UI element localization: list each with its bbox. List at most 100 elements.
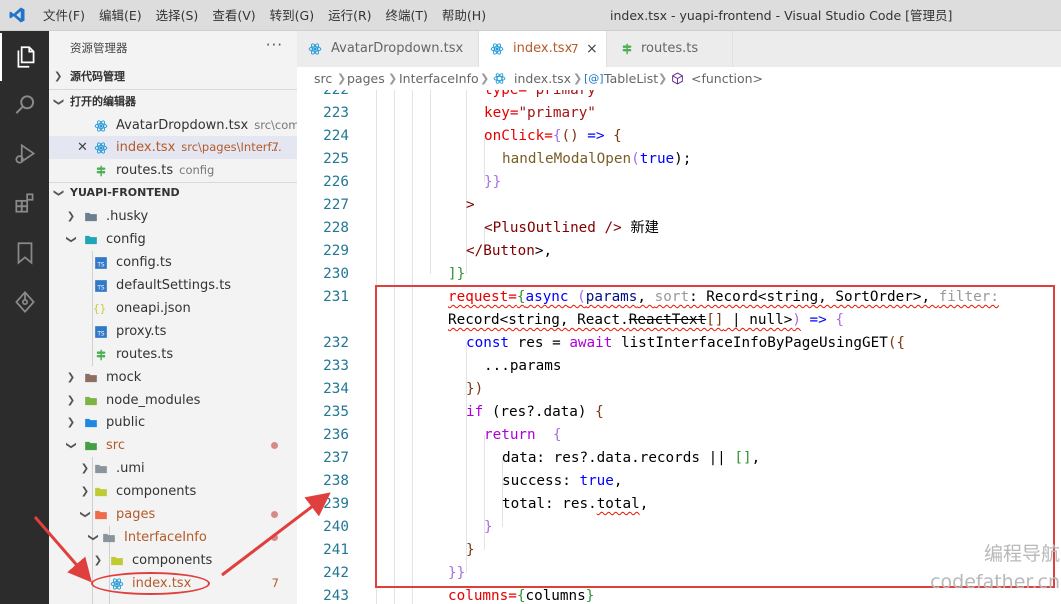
tree-folder[interactable]: ❯ .umi bbox=[49, 457, 297, 480]
code-line-240: } bbox=[484, 516, 493, 539]
folder-icon bbox=[95, 464, 107, 474]
explorer-title: 资源管理器 bbox=[70, 41, 128, 55]
tab-routes[interactable]: routes.ts bbox=[607, 31, 733, 67]
tree-folder[interactable]: ❯ mock bbox=[49, 366, 297, 389]
react-file-icon bbox=[110, 578, 124, 590]
code-token: => bbox=[578, 128, 614, 144]
code-token: data: res?.data.records || bbox=[502, 450, 735, 466]
breadcrumb-item[interactable]: InterfaceInfo bbox=[399, 67, 479, 90]
tree-folder[interactable]: ❯ pages bbox=[49, 503, 297, 526]
open-editor-item[interactable]: routes.ts config bbox=[49, 159, 297, 182]
menu-run[interactable]: 运行(R) bbox=[321, 0, 378, 31]
tab-avatar-dropdown[interactable]: AvatarDropdown.tsx bbox=[297, 31, 479, 67]
bookmarks-activity-button[interactable] bbox=[0, 229, 49, 277]
line-number: 228 bbox=[323, 220, 349, 236]
close-tab-button[interactable]: × bbox=[586, 31, 598, 67]
open-editors-label: 打开的编辑器 bbox=[70, 95, 136, 108]
code-line-223: key="primary" bbox=[484, 102, 596, 125]
activity-bar bbox=[0, 31, 49, 604]
code-token: PlusOutlined bbox=[492, 220, 596, 236]
tree-item-label: InterfaceInfo bbox=[124, 530, 207, 545]
react-file-icon bbox=[490, 43, 504, 55]
tree-file[interactable]: TS defaultSettings.ts bbox=[49, 274, 297, 297]
code-token: Button bbox=[483, 243, 535, 259]
chevron-right-icon: ❯ bbox=[66, 211, 76, 222]
code-line-226: }} bbox=[484, 171, 501, 194]
line-number: 238 bbox=[323, 473, 349, 489]
react-file-icon bbox=[94, 142, 108, 154]
project-section[interactable]: ❯ YUAPI-FRONTEND bbox=[49, 182, 297, 204]
tree-file[interactable]: {} oneapi.json bbox=[49, 297, 297, 320]
code-token: type= bbox=[484, 90, 528, 98]
tree-folder[interactable]: ❯ config bbox=[49, 228, 297, 251]
problems-badge: 7 bbox=[571, 42, 579, 56]
menu-go[interactable]: 转到(G) bbox=[263, 0, 321, 31]
tab-label: routes.ts bbox=[641, 41, 699, 56]
tree-folder[interactable]: ❯ InterfaceInfo bbox=[49, 526, 297, 549]
menu-edit[interactable]: 编辑(E) bbox=[92, 0, 149, 31]
open-editor-item[interactable]: AvatarDropdown.tsx src\com... bbox=[49, 114, 297, 137]
code-token: /> bbox=[595, 220, 622, 236]
source-control-label: 源代码管理 bbox=[70, 70, 125, 83]
folder-config-icon bbox=[85, 235, 97, 245]
code-line-227: > bbox=[466, 194, 475, 217]
breadcrumb-item[interactable]: index.tsx bbox=[514, 67, 571, 90]
extensions-activity-button[interactable] bbox=[0, 179, 49, 227]
explorer-activity-button[interactable] bbox=[0, 33, 49, 81]
tab-index-tsx[interactable]: index.tsx 7 × bbox=[479, 31, 607, 67]
watermark-line: 编程导航 bbox=[983, 543, 1060, 565]
tree-folder[interactable]: ❯ public bbox=[49, 411, 297, 434]
menu-help[interactable]: 帮助(H) bbox=[435, 0, 493, 31]
tree-item-label: routes.ts bbox=[116, 347, 174, 362]
modified-dot bbox=[271, 511, 278, 518]
close-icon[interactable]: ✕ bbox=[77, 136, 88, 159]
tree-folder[interactable]: ❯ components bbox=[49, 480, 297, 503]
run-debug-activity-button[interactable] bbox=[0, 130, 49, 178]
breadcrumb-item[interactable]: src bbox=[314, 67, 332, 90]
code-token: true bbox=[579, 473, 614, 489]
open-editors-section[interactable]: ❯ 打开的编辑器 bbox=[49, 91, 297, 113]
more-actions-button[interactable]: ··· bbox=[266, 36, 283, 54]
code-line-232: const res = await listInterfaceInfoByPag… bbox=[466, 332, 905, 355]
open-editor-path: config bbox=[179, 163, 215, 177]
code-token: ( bbox=[568, 289, 586, 305]
typescript-file-icon: TS bbox=[95, 326, 107, 338]
breadcrumb-item[interactable]: <function> bbox=[691, 67, 763, 90]
open-editor-item-active[interactable]: ✕ index.tsx src\pages\Interf... 7 bbox=[49, 136, 297, 159]
git-graph-activity-button[interactable] bbox=[0, 278, 49, 326]
breadcrumb-item[interactable]: TableList bbox=[604, 67, 658, 90]
code-token: ({ bbox=[887, 335, 906, 351]
vscode-logo-icon[interactable] bbox=[8, 6, 26, 24]
code-editor[interactable]: 222 223 224 225 226 227 228 229 230 231 232 233 234 2… bbox=[297, 90, 1061, 604]
line-number: 242 bbox=[323, 565, 349, 581]
menu-selection[interactable]: 选择(S) bbox=[149, 0, 206, 31]
tree-item-label: mock bbox=[106, 370, 142, 385]
folder-node-icon bbox=[85, 396, 97, 406]
svg-text:TS: TS bbox=[96, 263, 105, 269]
tree-file-active[interactable]: index.tsx 7 bbox=[49, 572, 297, 595]
code-token: filter: bbox=[938, 289, 999, 305]
code-token: params bbox=[585, 289, 638, 305]
code-token: "primary" bbox=[518, 105, 596, 121]
tree-folder[interactable]: ❯ components bbox=[49, 549, 297, 572]
menu-view[interactable]: 查看(V) bbox=[205, 0, 262, 31]
tree-folder[interactable]: ❯ .husky bbox=[49, 205, 297, 228]
code-token: true bbox=[639, 151, 675, 167]
tab-label: AvatarDropdown.tsx bbox=[331, 41, 464, 56]
tree-folder[interactable]: ❯ src bbox=[49, 434, 297, 457]
menu-file[interactable]: 文件(F) bbox=[36, 0, 92, 31]
tree-file[interactable]: routes.ts bbox=[49, 343, 297, 366]
tree-folder[interactable]: ❯ node_modules bbox=[49, 389, 297, 412]
line-number: 243 bbox=[323, 588, 349, 604]
breadcrumb-item[interactable]: pages bbox=[347, 67, 385, 90]
code-token: { bbox=[535, 427, 562, 443]
tree-file[interactable]: TS proxy.ts bbox=[49, 320, 297, 343]
menu-terminal[interactable]: 终端(T) bbox=[379, 0, 435, 31]
code-line-230: ]} bbox=[448, 263, 465, 286]
search-activity-button[interactable] bbox=[0, 81, 49, 129]
tree-file[interactable]: TS config.ts bbox=[49, 251, 297, 274]
open-editor-path: src\com... bbox=[254, 118, 297, 132]
source-control-section[interactable]: ❯ 源代码管理 bbox=[49, 66, 297, 88]
code-token: , bbox=[637, 289, 655, 305]
line-number: 235 bbox=[323, 404, 349, 420]
